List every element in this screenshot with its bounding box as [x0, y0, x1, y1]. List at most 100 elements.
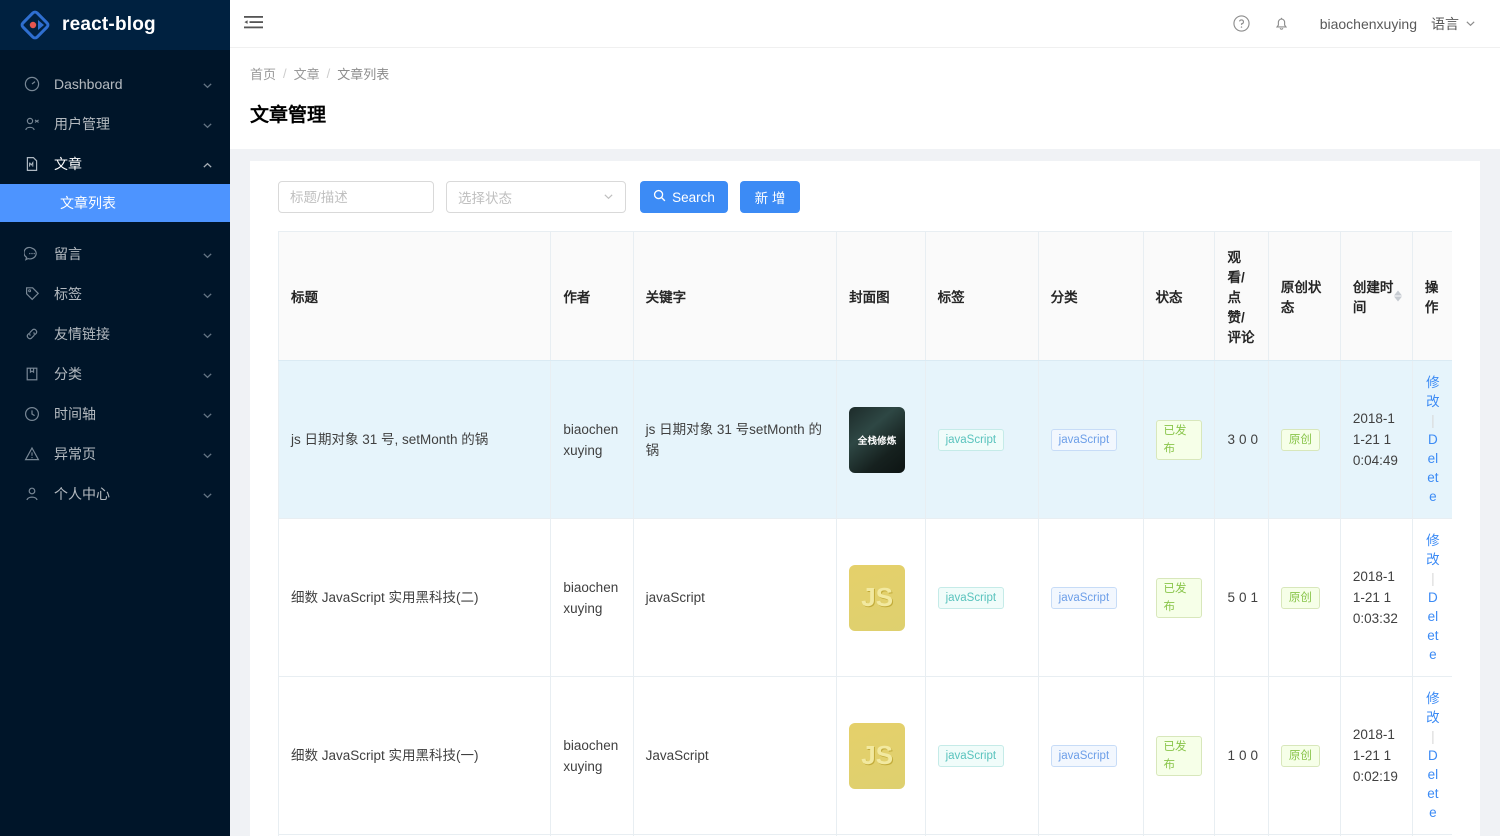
sidebar-item-label: 文章 — [54, 156, 82, 172]
cell-original: 原创 — [1267, 676, 1341, 835]
sidebar-item-label: 友情链接 — [54, 326, 110, 342]
table-row[interactable]: 细数 JavaScript 实用黑科技(二) biaochenxuying ja… — [278, 518, 1452, 677]
brand-name: react-blog — [62, 14, 156, 35]
cell-counts: 501 — [1214, 518, 1269, 677]
sidebar-item-article-list[interactable]: 文章列表 — [0, 184, 230, 222]
table-row[interactable]: 细数 JavaScript 实用黑科技(一) biaochenxuying Ja… — [278, 676, 1452, 835]
chevron-down-icon — [603, 190, 614, 205]
cover-js-glyph: JS — [861, 740, 894, 770]
category-badge: javaScript — [1050, 586, 1118, 609]
language-label: 语言 — [1431, 15, 1459, 32]
sidebar-item-label: 异常页 — [54, 446, 96, 462]
sidebar-item-label: 分类 — [54, 366, 82, 382]
tag-badge: javaScript — [937, 428, 1005, 451]
sidebar-item-timeline[interactable]: 时间轴 — [0, 394, 230, 434]
book-icon — [22, 364, 42, 384]
sidebar-item-message[interactable]: 留言 — [0, 234, 230, 274]
sidebar-item-label: 用户管理 — [54, 116, 110, 132]
table-header: 标题 作者 关键字 封面图 标签 分类 状态 观看/点赞/评论 原创状态 创建时… — [278, 231, 1452, 361]
app-root: react-blog Dashboard 用户管理 文章 文章列表 留言 标签 … — [0, 0, 1500, 836]
delete-link[interactable]: Delete — [1425, 746, 1441, 822]
chevron-down-icon — [202, 488, 214, 500]
chevron-down-icon — [202, 78, 214, 90]
status-select[interactable]: 选择状态 — [446, 181, 626, 213]
status-badge: 已发布 — [1155, 577, 1203, 618]
chevron-down-icon — [202, 328, 214, 340]
breadcrumb-separator: / — [283, 66, 287, 81]
sidebar-item-tags[interactable]: 标签 — [0, 274, 230, 314]
cell-tags: javaScript — [924, 518, 1039, 677]
sidebar-item-friend-links[interactable]: 友情链接 — [0, 314, 230, 354]
breadcrumb-item-home[interactable]: 首页 — [250, 64, 276, 83]
question-circle-icon[interactable] — [1222, 0, 1262, 48]
search-input[interactable] — [278, 181, 434, 213]
cell-original: 原创 — [1267, 518, 1341, 677]
edit-link[interactable]: 修改 — [1425, 373, 1441, 411]
menu-fold-icon[interactable] — [230, 0, 276, 48]
username-label[interactable]: biaochenxuying — [1320, 16, 1417, 32]
delete-link[interactable]: Delete — [1425, 430, 1441, 506]
cell-operations: 修改 | Delete — [1411, 676, 1452, 835]
table-header-row: 标题 作者 关键字 封面图 标签 分类 状态 观看/点赞/评论 原创状态 创建时… — [278, 231, 1452, 361]
cell-title: 细数 JavaScript 实用黑科技(二) — [278, 518, 552, 677]
cell-category: javaScript — [1037, 360, 1144, 519]
warning-icon — [22, 444, 42, 464]
topbar-actions: biaochenxuying 语言 — [1222, 0, 1500, 48]
operation-divider: | — [1431, 571, 1435, 586]
sidebar-item-category[interactable]: 分类 — [0, 354, 230, 394]
category-badge: javaScript — [1050, 744, 1118, 767]
chevron-down-icon — [202, 288, 214, 300]
chevron-down-icon — [202, 118, 214, 130]
column-header-title: 标题 — [278, 231, 552, 361]
operation-divider: | — [1431, 729, 1435, 744]
language-selector[interactable]: 语言 — [1431, 14, 1476, 34]
dashboard-icon — [22, 74, 42, 94]
brand-logo-area[interactable]: react-blog — [0, 0, 230, 50]
sidebar-item-dashboard[interactable]: Dashboard — [0, 64, 230, 104]
cell-category: javaScript — [1037, 676, 1144, 835]
breadcrumb-item-article-list: 文章列表 — [337, 67, 390, 82]
search-button[interactable]: Search — [640, 181, 728, 213]
column-header-original: 原创状态 — [1267, 231, 1341, 361]
cell-created: 2018-11-21 10:02:19 — [1339, 676, 1413, 835]
column-header-created[interactable]: 创建时间 — [1339, 231, 1413, 361]
sort-toggle-icon[interactable] — [1393, 290, 1402, 302]
cell-operations: 修改 | Delete — [1411, 360, 1452, 519]
bell-icon[interactable] — [1262, 0, 1302, 48]
cell-title: 细数 JavaScript 实用黑科技(一) — [278, 676, 552, 835]
clock-icon — [22, 404, 42, 424]
sidebar-item-user-management[interactable]: 用户管理 — [0, 104, 230, 144]
cell-tags: javaScript — [924, 676, 1039, 835]
cell-status: 已发布 — [1142, 676, 1216, 835]
sidebar-item-article[interactable]: 文章 — [0, 144, 230, 184]
sidebar-item-exception[interactable]: 异常页 — [0, 434, 230, 474]
cell-keywords: JavaScript — [632, 676, 838, 835]
original-badge: 原创 — [1280, 586, 1320, 609]
chevron-down-icon — [1465, 16, 1476, 32]
add-button[interactable]: 新 增 — [740, 181, 800, 213]
cell-cover: JS — [836, 676, 926, 835]
column-header-status: 状态 — [1142, 231, 1216, 361]
delete-link[interactable]: Delete — [1425, 588, 1441, 664]
sidebar-item-profile[interactable]: 个人中心 — [0, 474, 230, 514]
edit-link[interactable]: 修改 — [1425, 531, 1441, 569]
cell-operations: 修改 | Delete — [1411, 518, 1452, 677]
table-body: js 日期对象 31 号, setMonth 的锅 biaochenxuying… — [278, 360, 1452, 836]
chevron-down-icon — [202, 448, 214, 460]
edit-link[interactable]: 修改 — [1425, 689, 1441, 727]
operation-divider: | — [1431, 413, 1435, 428]
cell-author: biaochenxuying — [550, 360, 634, 519]
column-header-operations: 操作 — [1411, 231, 1452, 361]
page-header: 首页 / 文章 / 文章列表 文章管理 — [230, 48, 1500, 149]
content-area: 选择状态 Search 新 增 — [230, 149, 1500, 836]
link-icon — [22, 324, 42, 344]
chevron-up-icon — [202, 158, 214, 170]
table-row[interactable]: js 日期对象 31 号, setMonth 的锅 biaochenxuying… — [278, 360, 1452, 519]
sidebar-nav: Dashboard 用户管理 文章 文章列表 留言 标签 友情链接 分类 时间轴… — [0, 50, 230, 514]
cell-title: js 日期对象 31 号, setMonth 的锅 — [278, 360, 552, 519]
cell-created: 2018-11-21 10:04:49 — [1339, 360, 1413, 519]
react-logo-icon — [18, 8, 52, 42]
sidebar-item-label: 留言 — [54, 246, 82, 262]
breadcrumb-item-article[interactable]: 文章 — [294, 64, 320, 83]
